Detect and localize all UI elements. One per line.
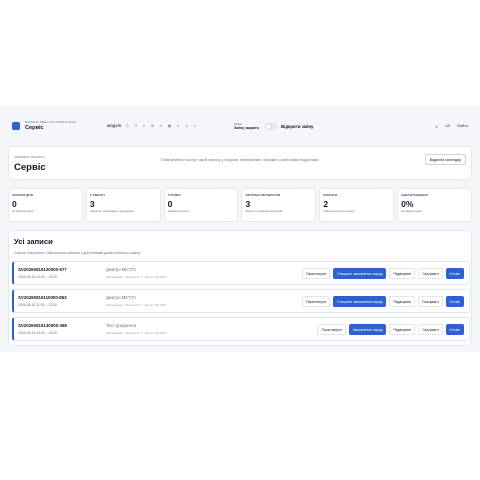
cancel-button[interactable]: Скасувати xyxy=(418,296,443,307)
stat-label: ЗАВАНТАЖЕННЯ xyxy=(401,193,428,197)
record-time: 2026-08-16 11:00 – 12:00 xyxy=(18,303,57,307)
create-order-button[interactable]: Створити замовлення-наряд xyxy=(333,268,387,279)
modules-nav: О П ≡ ⊞ ≡ ▦ ≡ ◎ ≡ xyxy=(124,123,198,129)
edit-button[interactable]: Редагувати xyxy=(389,268,416,279)
toggle-knob xyxy=(265,123,271,129)
view-button[interactable]: Переглянути xyxy=(302,268,331,279)
stat-value: 2 xyxy=(323,199,329,209)
module-item[interactable]: ◎ xyxy=(183,123,190,129)
page-intro: Планування послуг, який запису, ресурсів… xyxy=(161,157,320,162)
record-id: SV20260815130000-388 xyxy=(18,323,67,328)
module-item[interactable]: П xyxy=(133,123,139,129)
section-breadcrumb: КАЛЕНДАР І РЕСУРСИ xyxy=(14,155,45,159)
module-item[interactable]: ▦ xyxy=(166,123,173,129)
record-meta: Заплановано · Матеріали: 1 · Разом: 400.… xyxy=(106,275,167,279)
record-id: SV20260816110000-853 xyxy=(18,295,67,300)
create-order-button[interactable]: Замовлення-наряд xyxy=(348,324,387,335)
record-actions: Переглянути Створити замовлення-наряд Ре… xyxy=(302,268,464,279)
app-logo-icon xyxy=(12,122,20,130)
module-item[interactable]: ⊞ xyxy=(149,123,156,129)
module-item[interactable]: ≡ xyxy=(158,123,164,129)
record-client: Дмитро МЕТУС xyxy=(106,295,137,300)
record-time: 2026-08-15 13:00 – 14:00 xyxy=(18,331,58,335)
stat-desc: Унікальні контакти сервісу xyxy=(323,210,355,213)
record-row[interactable]: SV20260816110000-853 2026-08-16 11:00 – … xyxy=(12,289,470,313)
stat-card: ПОТРІБНІ МАТЕРІАЛИ 3 Записи з позиціями … xyxy=(241,188,317,222)
stat-desc: За обраним днем xyxy=(12,210,34,213)
stat-value: 0% xyxy=(401,199,414,209)
title-card: КАЛЕНДАР І РЕСУРСИ Сервіс Планування пос… xyxy=(8,146,472,180)
app-window: BUSINESS DIRECTOR / РОБОЧА ЗОНА Сервіс М… xyxy=(0,106,480,352)
stat-label: ПОТРІБНІ МАТЕРІАЛИ xyxy=(245,193,281,197)
stat-label: У РОБОТІ xyxy=(89,193,105,197)
done-button[interactable]: Готово xyxy=(445,324,464,335)
shift-toggle[interactable] xyxy=(264,122,278,130)
shift-status: ЗМІНА Зміну закрито xyxy=(234,123,259,130)
records-card: Усі записи Список створених і збережених… xyxy=(8,230,472,346)
stat-desc: Записи з позиціями матеріалів xyxy=(245,210,283,213)
create-order-button[interactable]: Створити замовлення-наряд xyxy=(333,296,387,307)
stat-card: КЛІЄНТИ 2 Унікальні контакти сервісу xyxy=(319,188,395,222)
page-title: Сервіс xyxy=(14,162,46,173)
cancel-button[interactable]: Скасувати xyxy=(418,268,443,279)
open-shift-button[interactable]: Відкрити зміну xyxy=(281,124,313,129)
top-header: BUSINESS DIRECTOR / РОБОЧА ЗОНА Сервіс М… xyxy=(8,114,472,138)
app-title: Сервіс xyxy=(25,125,44,131)
record-meta: Заплановано · Матеріали: 1 · Разом: 300.… xyxy=(106,331,167,335)
moon-icon[interactable]: ◐ xyxy=(436,124,439,129)
stat-value: 0 xyxy=(167,199,173,209)
edit-button[interactable]: Редагувати xyxy=(389,324,416,335)
logout-button[interactable]: Вийти xyxy=(457,124,468,128)
view-button[interactable]: Переглянути xyxy=(317,324,346,335)
record-meta: Заплановано · Матеріали: 1 · Разом: 400.… xyxy=(106,303,167,307)
language-select[interactable]: UK xyxy=(445,124,450,128)
shift-status-text: Зміну закрито xyxy=(234,125,259,130)
header-actions: ◐ UK Вийти xyxy=(436,124,468,129)
stat-label: КЛІЄНТИ xyxy=(323,193,338,197)
stat-value: 3 xyxy=(245,199,251,209)
stat-label: ЗАПИСИ ДНЯ xyxy=(12,193,33,197)
stat-value: 0 xyxy=(12,199,17,209)
record-client: Дмитро МЕТУС xyxy=(106,267,137,272)
record-actions: Переглянути Створити замовлення-наряд Ре… xyxy=(302,296,464,307)
modules-label: МОДУЛІ xyxy=(107,124,121,128)
record-client: Тест документа xyxy=(106,323,137,328)
stat-card: ЗАПИСИ ДНЯ 0 За обраним днем xyxy=(8,188,83,222)
header-breadcrumb: BUSINESS DIRECTOR / РОБОЧА ЗОНА xyxy=(25,121,77,124)
module-item[interactable]: ≡ xyxy=(141,123,147,129)
stat-desc: Чернетки, заплановані, підтверджені xyxy=(89,210,135,213)
stat-label: ГОТОВО xyxy=(167,193,181,197)
records-description: Список створених і збережених записів з … xyxy=(14,251,141,255)
stat-value: 3 xyxy=(89,199,95,209)
module-item[interactable]: О xyxy=(124,123,131,129)
done-button[interactable]: Готово xyxy=(445,296,464,307)
record-actions: Переглянути Замовлення-наряд Редагувати … xyxy=(317,324,464,335)
brand: BUSINESS DIRECTOR / РОБОЧА ЗОНА Сервіс xyxy=(25,121,87,131)
module-item[interactable]: ≡ xyxy=(175,123,181,129)
edit-button[interactable]: Редагувати xyxy=(389,296,416,307)
module-item[interactable]: ≡ xyxy=(192,123,198,129)
stat-card: ГОТОВО 0 Завершені записи xyxy=(163,188,239,222)
records-title: Усі записи xyxy=(14,237,53,246)
stat-desc: За обраним днем xyxy=(401,210,423,213)
done-button[interactable]: Готово xyxy=(445,268,464,279)
stat-card: ЗАВАНТАЖЕННЯ 0% За обраним днем xyxy=(397,188,472,222)
record-row[interactable]: SV20260816120000-577 2026-08-16 12:00 – … xyxy=(12,261,470,285)
open-calendar-button[interactable]: Відкрити календар xyxy=(424,154,466,165)
cancel-button[interactable]: Скасувати xyxy=(418,324,443,335)
stat-card: У РОБОТІ 3 Чернетки, заплановані, підтве… xyxy=(85,188,161,222)
stat-desc: Завершені записи xyxy=(167,210,190,213)
record-id: SV20260816120000-577 xyxy=(18,267,67,272)
view-button[interactable]: Переглянути xyxy=(302,296,331,307)
record-time: 2026-08-16 12:00 – 13:00 xyxy=(18,275,58,279)
stats-row: ЗАПИСИ ДНЯ 0 За обраним днем У РОБОТІ 3 … xyxy=(8,188,472,222)
record-row[interactable]: SV20260815130000-388 2026-08-15 13:00 – … xyxy=(12,317,470,341)
